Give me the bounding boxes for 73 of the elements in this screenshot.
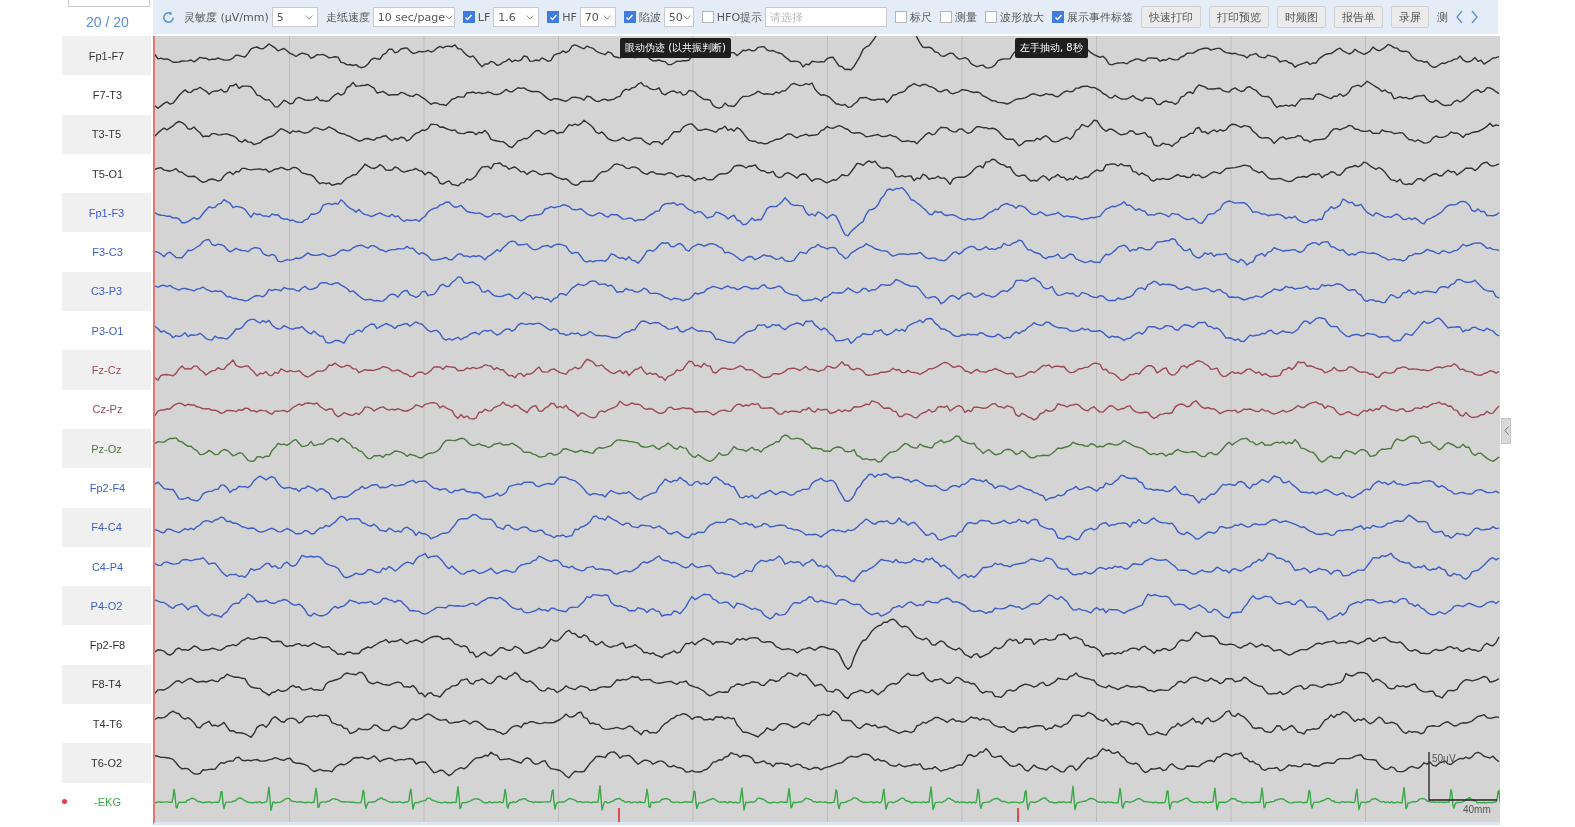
toolbar-button[interactable]: 快速打印 <box>1141 6 1202 28</box>
channel-label: P4-O2 <box>90 599 123 612</box>
collapse-button[interactable] <box>1501 417 1511 444</box>
channel-label: Fp2-F8 <box>89 639 126 652</box>
select-field[interactable]: 70 <box>579 7 616 27</box>
select-field[interactable] <box>68 0 150 7</box>
checkbox[interactable] <box>985 11 998 23</box>
channel-label: C4-P4 <box>91 560 124 573</box>
channel-label: -EKG <box>94 796 121 809</box>
channel-label: Pz-Oz <box>91 442 122 455</box>
field-label: 陷波 <box>638 9 661 25</box>
channel-label: F8-T4 <box>91 678 122 691</box>
check-icon <box>548 12 558 22</box>
select-field[interactable]: 50 <box>663 7 694 27</box>
caret-icon <box>445 14 453 20</box>
event-tag[interactable]: 眼动伪迹 (以共振判断) <box>620 38 731 58</box>
event-marker <box>1017 808 1019 822</box>
toolbar-button[interactable]: 打印预览 <box>1209 6 1270 28</box>
channel-label: C3-P3 <box>90 285 123 298</box>
caret-icon <box>602 14 611 20</box>
channel-label: T3-T5 <box>91 128 122 141</box>
field-label: 走纸速度 <box>325 9 370 25</box>
toolbar-button[interactable]: 录屏 <box>1391 6 1430 28</box>
select-field[interactable]: 1.6 <box>493 7 540 27</box>
scale-time-label: 40mm <box>1463 804 1491 815</box>
channel-label: Fp1-F3 <box>88 206 125 219</box>
channel-label: Fp2-F4 <box>89 481 126 494</box>
checkbox[interactable] <box>462 11 475 23</box>
channel-label: Fp1-F7 <box>88 49 125 62</box>
channel-label: T5-O1 <box>91 167 124 180</box>
toolbar-button[interactable]: 时频图 <box>1277 6 1327 28</box>
field-label: HF <box>562 10 577 24</box>
checkbox[interactable] <box>1052 11 1065 23</box>
caret-icon <box>526 14 535 20</box>
field-label: LF <box>477 10 491 24</box>
check-icon <box>1053 12 1063 22</box>
toolbar-label: 测 <box>1437 9 1449 25</box>
page-counter: 20 / 20 <box>86 14 129 30</box>
channel-label: Cz-Pz <box>92 403 123 416</box>
check-icon <box>464 12 474 22</box>
chevron-left-icon <box>1503 426 1509 435</box>
field-label: HFO提示 <box>716 9 763 25</box>
channel-label: Fz-Cz <box>91 364 122 376</box>
channel-label: P3-O1 <box>91 324 124 337</box>
checkbox[interactable] <box>940 11 953 23</box>
toolbar-button[interactable]: 报告单 <box>1334 6 1384 28</box>
refresh-icon[interactable] <box>161 9 176 25</box>
event-marker <box>618 808 620 822</box>
text-field[interactable]: 请选择 <box>765 7 888 27</box>
checkbox[interactable] <box>701 11 714 23</box>
field-label: 测量 <box>955 9 978 25</box>
chevron-left-icon[interactable] <box>1456 10 1464 24</box>
channel-label: T6-O2 <box>90 757 123 769</box>
checkbox[interactable] <box>547 11 560 23</box>
checkbox[interactable] <box>895 11 908 23</box>
scale-bar <box>1428 751 1498 801</box>
checkbox[interactable] <box>623 11 636 23</box>
caret-icon <box>682 14 691 20</box>
event-tag[interactable]: 左手抽动, 8秒 <box>1015 38 1088 58</box>
chevron-right-icon[interactable] <box>1471 10 1479 24</box>
caret-icon <box>304 14 313 20</box>
field-label: 波形放大 <box>1000 9 1045 25</box>
scale-amplitude-label: 50μV <box>1432 753 1456 764</box>
field-label: 标尺 <box>910 9 933 25</box>
field-label: 展示事件标签 <box>1067 9 1134 25</box>
field-label: 灵敏度 (μV/mm) <box>184 9 269 25</box>
select-field[interactable]: 5 <box>271 7 318 27</box>
channel-label: T4-T6 <box>92 717 123 730</box>
channel-label: F3-C3 <box>92 246 123 259</box>
channel-label: F4-C4 <box>91 521 122 534</box>
channel-label: F7-T3 <box>92 88 123 101</box>
check-icon <box>625 12 635 22</box>
select-field[interactable]: 10 sec/page <box>372 7 455 27</box>
